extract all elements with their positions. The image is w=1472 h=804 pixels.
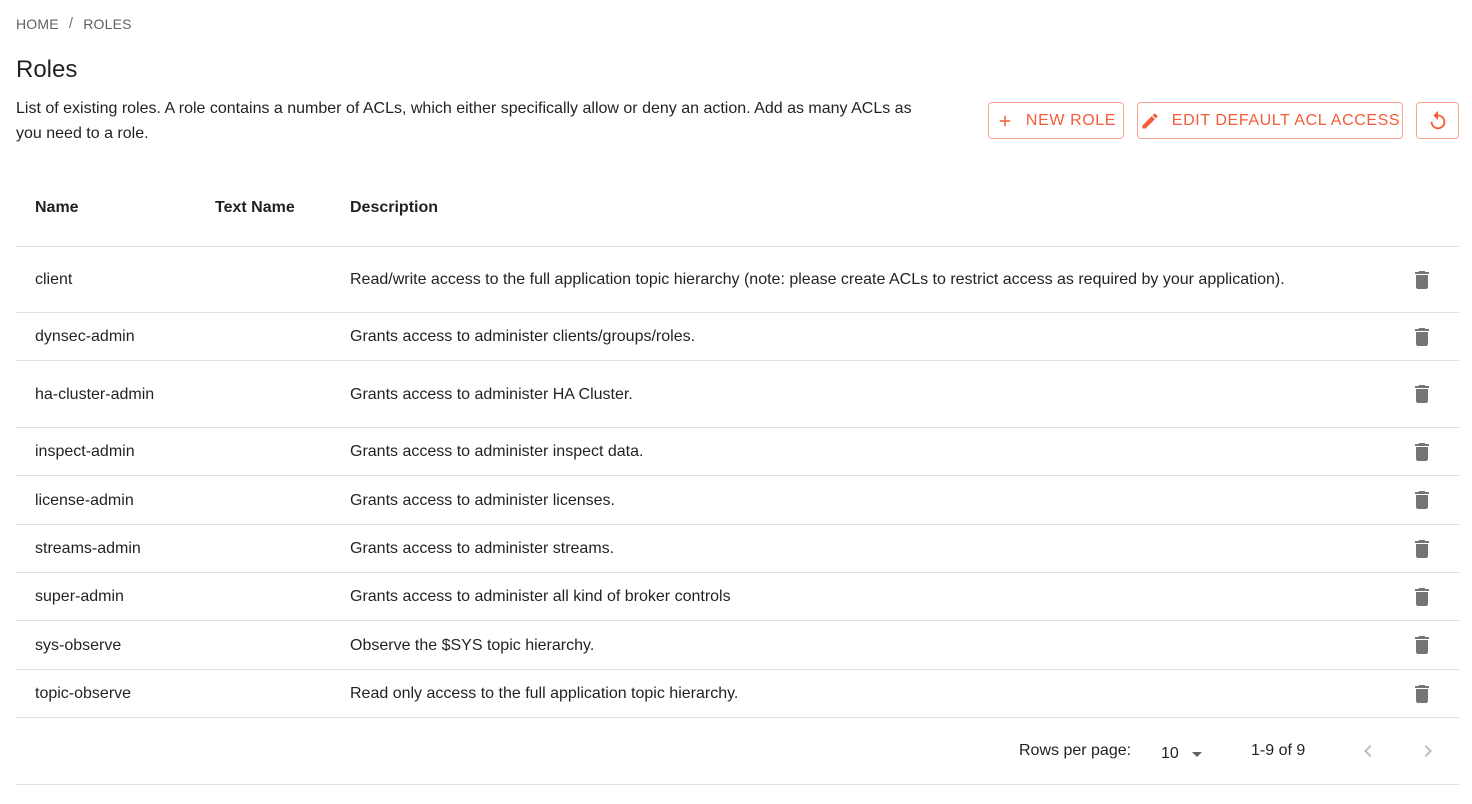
trash-icon	[1415, 385, 1429, 403]
new-role-label: NEW ROLE	[1025, 111, 1117, 129]
role-name: topic-observe	[35, 685, 132, 702]
delete-role-button[interactable]	[1409, 573, 1435, 620]
table-row[interactable]: dynsec-admin Grants access to administer…	[16, 313, 1459, 361]
role-description: Observe the $SYS topic hierarchy.	[350, 636, 595, 654]
role-description: Read only access to the full application…	[350, 685, 739, 702]
delete-role-button[interactable]	[1409, 361, 1435, 427]
pagination-range: 1-9 of 9	[1251, 742, 1306, 759]
plus-icon	[996, 112, 1014, 130]
table-row[interactable]: license-admin Grants access to administe…	[16, 476, 1459, 525]
column-header-text-name[interactable]: Text Name	[215, 168, 325, 247]
rows-per-page-value: 10	[1161, 745, 1179, 762]
table-row[interactable]: streams-admin Grants access to administe…	[16, 525, 1459, 573]
trash-icon	[1415, 442, 1429, 461]
role-description: Grants access to administer clients/grou…	[350, 328, 696, 345]
role-description: Grants access to administer inspect data…	[350, 443, 644, 460]
breadcrumb-home[interactable]: HOME	[16, 16, 59, 32]
trash-icon	[1415, 491, 1429, 509]
role-description: Grants access to administer licenses.	[350, 491, 615, 509]
chevron-left-icon	[1364, 745, 1372, 757]
table-row[interactable]: super-admin Grants access to administer …	[16, 573, 1459, 621]
delete-role-button[interactable]	[1409, 247, 1435, 312]
chevron-right-icon	[1424, 745, 1432, 757]
next-page-button[interactable]	[1416, 739, 1440, 763]
breadcrumb: HOME / ROLES	[16, 15, 132, 32]
caret-down-icon	[1185, 742, 1209, 766]
table-row[interactable]: ha-cluster-admin Grants access to admini…	[16, 361, 1459, 428]
table-row[interactable]: inspect-admin Grants access to administe…	[16, 428, 1459, 476]
column-header-name[interactable]: Name	[35, 168, 205, 247]
delete-role-button[interactable]	[1409, 428, 1435, 475]
delete-role-button[interactable]	[1409, 525, 1435, 572]
refresh-icon	[1427, 110, 1449, 132]
trash-icon	[1415, 270, 1429, 289]
edit-default-acl-access-label: EDIT DEFAULT ACL ACCESS	[1171, 111, 1401, 129]
breadcrumb-current: ROLES	[83, 15, 132, 32]
role-name: super-admin	[35, 588, 124, 605]
rows-per-page-label: Rows per page:	[1019, 742, 1132, 759]
role-description: Grants access to administer streams.	[350, 540, 615, 557]
role-description: Read/write access to the full applicatio…	[350, 271, 1285, 288]
edit-default-acl-access-button[interactable]: EDIT DEFAULT ACL ACCESS	[1137, 102, 1403, 139]
new-role-button[interactable]: NEW ROLE	[988, 102, 1124, 139]
rows-per-page-select[interactable]: 10	[1161, 742, 1209, 766]
role-description: Grants access to administer HA Cluster.	[350, 385, 633, 403]
table-row[interactable]: topic-observe Read only access to the fu…	[16, 670, 1459, 718]
table-row[interactable]: sys-observe Observe the $SYS topic hiera…	[16, 621, 1459, 670]
table-pagination: Rows per page: 10 1-9 of 9	[16, 719, 1459, 785]
page-title: Roles	[16, 56, 78, 83]
delete-role-button[interactable]	[1409, 670, 1435, 717]
table-row[interactable]: client Read/write access to the full app…	[16, 247, 1459, 313]
role-name: dynsec-admin	[35, 328, 135, 345]
trash-icon	[1415, 684, 1429, 703]
trash-icon	[1415, 636, 1429, 654]
role-name: streams-admin	[35, 540, 141, 557]
delete-role-button[interactable]	[1409, 313, 1435, 360]
trash-icon	[1415, 539, 1429, 558]
role-name: ha-cluster-admin	[35, 385, 155, 403]
trash-icon	[1415, 327, 1429, 346]
delete-role-button[interactable]	[1409, 621, 1435, 669]
column-header-description[interactable]: Description	[350, 168, 1310, 247]
page-description: List of existing roles. A role contains …	[16, 100, 912, 142]
pencil-icon	[1140, 111, 1160, 131]
refresh-button[interactable]	[1416, 102, 1459, 139]
role-name: license-admin	[35, 491, 134, 509]
roles-table: Name Text Name Description client Read/w…	[16, 168, 1459, 718]
previous-page-button[interactable]	[1356, 739, 1380, 763]
table-header: Name Text Name Description	[16, 168, 1459, 247]
delete-role-button[interactable]	[1409, 476, 1435, 524]
trash-icon	[1415, 587, 1429, 606]
role-name: client	[35, 271, 73, 288]
role-name: inspect-admin	[35, 443, 135, 460]
role-description: Grants access to administer all kind of …	[350, 588, 731, 605]
breadcrumb-separator: /	[68, 15, 74, 32]
role-name: sys-observe	[35, 636, 122, 654]
